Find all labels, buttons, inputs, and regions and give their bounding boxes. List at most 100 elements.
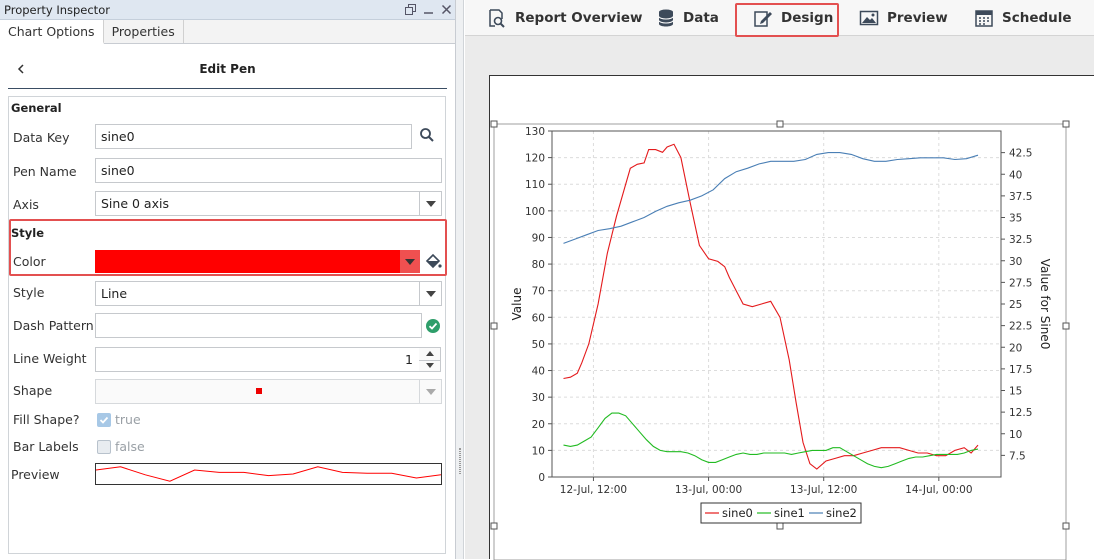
resize-handle <box>490 120 498 128</box>
y2-tick-label: 40 <box>1009 169 1022 181</box>
close-icon[interactable] <box>437 1 455 19</box>
pen-name-input[interactable]: sine0 <box>95 158 442 183</box>
y2-tick-label: 32.5 <box>1009 234 1032 246</box>
minimize-icon[interactable] <box>419 1 437 19</box>
shape-select[interactable] <box>95 379 442 404</box>
fill-shape-value: true <box>115 412 141 427</box>
chevron-down-icon[interactable] <box>419 282 441 305</box>
y-tick-label: 60 <box>532 312 545 324</box>
style-select-value: Line <box>101 286 128 301</box>
y-tick-label: 130 <box>525 126 545 138</box>
y-tick-label: 110 <box>525 179 545 191</box>
resize-handle <box>1062 322 1070 330</box>
spinner-up-icon[interactable] <box>419 348 440 360</box>
style-select[interactable]: Line <box>95 281 442 306</box>
y-tick-label: 50 <box>532 339 545 351</box>
inspector-tabs: Chart Options Properties <box>0 20 455 44</box>
resize-handle <box>490 522 498 530</box>
bar-labels-label: Bar Labels <box>13 439 79 454</box>
y-axis-label: Value <box>510 288 524 321</box>
color-dropdown-chevron-icon[interactable] <box>400 250 420 273</box>
calendar-icon <box>975 10 993 27</box>
y2-tick-label: 25 <box>1009 299 1022 311</box>
line-weight-spinner[interactable] <box>419 347 441 372</box>
fill-shape-checkbox[interactable] <box>97 413 111 427</box>
resize-handle <box>776 120 784 128</box>
line-weight-input[interactable]: 1 <box>95 347 420 372</box>
y-tick-label: 20 <box>532 419 545 431</box>
x-tick-label: 14-Jul, 00:00 <box>905 484 972 496</box>
legend-label-sine1: sine1 <box>774 506 805 520</box>
pen-name-label: Pen Name <box>13 164 77 179</box>
y-tick-label: 70 <box>532 286 545 298</box>
series-line-sine2 <box>563 152 979 244</box>
color-label: Color <box>13 254 46 269</box>
tab-chart-options[interactable]: Chart Options <box>0 20 104 44</box>
y2-tick-label: 17.5 <box>1009 364 1032 376</box>
timeseries-chart[interactable]: 0 10 20 30 40 50 60 70 80 90 100 110 120 130 7.5 10 12.5… <box>490 76 1094 560</box>
preview-button[interactable]: Preview <box>859 6 948 30</box>
y-tick-label: 100 <box>525 206 545 218</box>
report-overview-button[interactable]: Report Overview <box>487 6 642 30</box>
axis-select[interactable]: Sine 0 axis <box>95 191 442 216</box>
report-page: 0 10 20 30 40 50 60 70 80 90 100 110 120 130 7.5 10 12.5… <box>489 75 1094 560</box>
y-tick-label: 0 <box>538 472 545 484</box>
x-tick-label: 13-Jul, 00:00 <box>675 484 742 496</box>
resize-handle <box>776 522 784 530</box>
x-tick-label: 12-Jul, 12:00 <box>560 484 627 496</box>
line-weight-label: Line Weight <box>13 351 87 366</box>
x-tick-label: 13-Jul, 12:00 <box>790 484 857 496</box>
image-icon <box>859 10 879 26</box>
data-button[interactable]: Data <box>657 6 719 30</box>
y2-tick-label: 20 <box>1009 342 1022 354</box>
y2-tick-label: 12.5 <box>1009 407 1032 419</box>
style-label: Style <box>13 285 45 300</box>
y2-tick-label: 10 <box>1009 429 1022 441</box>
pen-preview-polyline <box>95 466 442 482</box>
spinner-down-icon[interactable] <box>419 359 440 372</box>
chevron-down-icon[interactable] <box>419 192 441 215</box>
data-key-input[interactable]: sine0 <box>95 124 412 149</box>
back-chevron-icon[interactable] <box>8 56 34 82</box>
y2-axis-label: Value for Sine0 <box>1038 259 1052 350</box>
fill-shape-label: Fill Shape? <box>13 412 80 427</box>
resize-handle <box>1062 120 1070 128</box>
series-line-sine1 <box>563 412 979 469</box>
y2-tick-label: 7.5 <box>1009 450 1026 462</box>
inspector-titlebar: Property Inspector <box>0 0 455 20</box>
pen-form: General Data Key sine0 Pen Name sine0 Ax… <box>8 96 447 554</box>
color-picker-swatch[interactable] <box>95 250 420 273</box>
dash-pattern-input[interactable] <box>95 313 422 338</box>
axis-select-value: Sine 0 axis <box>101 196 169 211</box>
data-label: Data <box>683 10 719 26</box>
bar-labels-checkbox[interactable] <box>97 440 111 454</box>
y2-tick-label: 35 <box>1009 213 1022 225</box>
plot-area <box>551 130 1002 478</box>
window-restore-icon[interactable] <box>401 1 419 19</box>
style-section-header: Style <box>11 226 45 240</box>
report-overview-label: Report Overview <box>515 10 643 26</box>
y-tick-label: 120 <box>525 153 545 165</box>
schedule-button[interactable]: Schedule <box>974 6 1072 30</box>
legend-label-sine2: sine2 <box>826 506 857 520</box>
report-search-icon <box>489 9 505 28</box>
y-tick-label: 40 <box>532 366 545 378</box>
y-tick-label: 30 <box>532 392 545 404</box>
edit-pen-header: Edit Pen <box>8 49 447 89</box>
preview-label: Preview <box>11 467 60 482</box>
series-line-sine0 <box>563 143 979 470</box>
pen-preview <box>95 463 442 485</box>
chevron-down-icon[interactable] <box>419 380 441 403</box>
valid-check-icon <box>425 318 441 334</box>
panel-splitter[interactable] <box>456 0 464 559</box>
preview-tool-label: Preview <box>887 10 948 26</box>
paint-bucket-icon[interactable] <box>423 252 443 272</box>
y-tick-label: 80 <box>532 259 545 271</box>
tab-properties[interactable]: Properties <box>104 20 184 43</box>
resize-handle <box>490 322 498 330</box>
y2-tick-label: 37.5 <box>1009 191 1032 203</box>
y2-tick-label: 30 <box>1009 256 1022 268</box>
splitter-grip-icon[interactable] <box>459 448 461 474</box>
search-icon[interactable] <box>419 127 437 145</box>
y2-tick-label: 42.5 <box>1009 148 1032 160</box>
